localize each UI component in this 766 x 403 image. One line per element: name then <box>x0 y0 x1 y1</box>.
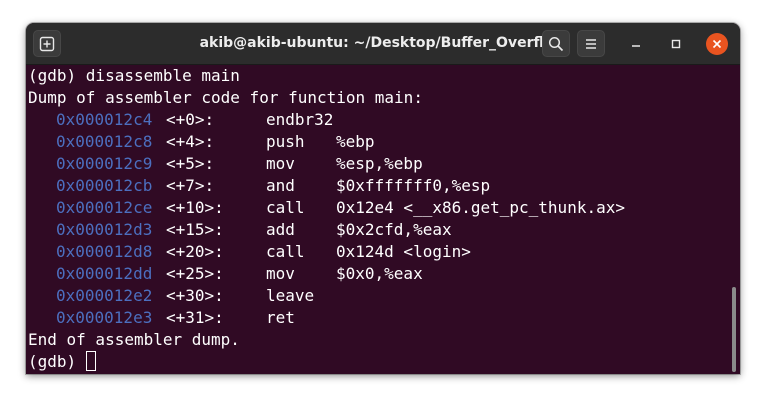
instruction-mnemonic: ret <box>266 308 295 327</box>
instruction-operands: $0xfffffff0,%esp <box>336 176 491 195</box>
instruction-address: 0x000012c4 <box>56 110 153 129</box>
instruction-address: 0x000012cb <box>56 176 153 195</box>
close-button[interactable] <box>706 33 728 55</box>
instruction-operands: $0x2cfd,%eax <box>336 220 452 239</box>
instruction-address: 0x000012c9 <box>56 154 153 173</box>
instruction-operands: 0x12e4 <__x86.get_pc_thunk.ax> <box>336 198 625 217</box>
instruction-operands: %esp,%ebp <box>336 154 423 173</box>
instruction-offset: <+30>: <box>166 286 224 305</box>
instruction-mnemonic: and <box>266 176 295 195</box>
instruction-mnemonic: call <box>266 242 305 261</box>
minimize-button[interactable] <box>625 33 647 55</box>
terminal-window: akib@akib-ubuntu: ~/Desktop/Buffer_Overf… <box>26 23 740 374</box>
instruction-operands: $0x0,%eax <box>336 264 423 283</box>
close-icon <box>712 39 722 49</box>
instruction-offset: <+31>: <box>166 308 224 327</box>
instruction-offset: <+20>: <box>166 242 224 261</box>
new-tab-button[interactable] <box>33 30 61 57</box>
instruction-mnemonic: leave <box>266 286 315 305</box>
instruction-mnemonic: mov <box>266 154 295 173</box>
instruction-offset: <+10>: <box>166 198 224 217</box>
instruction-address: 0x000012d8 <box>56 242 153 261</box>
dump-footer-line: End of assembler dump. <box>28 330 240 349</box>
menu-button[interactable] <box>577 30 605 57</box>
minimize-icon <box>632 45 640 47</box>
command-line: (gdb) disassemble main <box>28 66 240 85</box>
instruction-address: 0x000012e2 <box>56 286 153 305</box>
hamburger-menu-icon <box>586 38 596 49</box>
search-icon <box>548 36 564 51</box>
maximize-button[interactable] <box>665 33 687 55</box>
instruction-address: 0x000012c8 <box>56 132 153 151</box>
title-bar[interactable]: akib@akib-ubuntu: ~/Desktop/Buffer_Overf… <box>26 23 740 65</box>
instruction-operands: 0x124d <login> <box>336 242 471 261</box>
instruction-mnemonic: call <box>266 198 305 217</box>
instruction-operands: %ebp <box>336 132 375 151</box>
instruction-offset: <+5>: <box>166 154 215 173</box>
instruction-address: 0x000012d3 <box>56 220 153 239</box>
instruction-mnemonic: mov <box>266 264 295 283</box>
terminal-output[interactable]: (gdb) disassemble main Dump of assembler… <box>26 65 740 374</box>
search-button[interactable] <box>542 30 570 57</box>
instruction-offset: <+25>: <box>166 264 224 283</box>
instruction-mnemonic: endbr32 <box>266 110 334 129</box>
maximize-icon <box>671 39 681 49</box>
instruction-offset: <+7>: <box>166 176 215 195</box>
instruction-offset: <+15>: <box>166 220 224 239</box>
instruction-mnemonic: add <box>266 220 295 239</box>
instruction-offset: <+4>: <box>166 132 215 151</box>
instruction-address: 0x000012dd <box>56 264 153 283</box>
instruction-address: 0x000012e3 <box>56 308 153 327</box>
new-tab-icon <box>39 36 55 51</box>
gdb-prompt: (gdb) <box>28 352 86 371</box>
instruction-mnemonic: push <box>266 132 305 151</box>
instruction-address: 0x000012ce <box>56 198 153 217</box>
instruction-offset: <+0>: <box>166 110 215 129</box>
scrollbar[interactable] <box>732 287 736 372</box>
text-cursor <box>86 351 96 371</box>
dump-header-line: Dump of assembler code for function main… <box>28 88 423 107</box>
